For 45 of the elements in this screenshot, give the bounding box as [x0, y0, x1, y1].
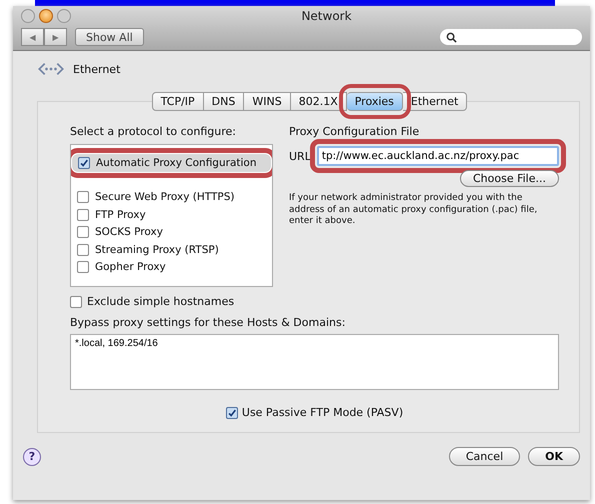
zoom-icon[interactable] — [57, 9, 71, 23]
help-button[interactable]: ? — [23, 448, 41, 466]
checkbox[interactable] — [70, 296, 82, 308]
checkbox[interactable] — [78, 156, 90, 169]
protocol-row[interactable]: Automatic Proxy Configuration — [72, 154, 271, 172]
close-icon[interactable] — [21, 9, 35, 23]
ethernet-icon — [37, 60, 65, 78]
cancel-button[interactable]: Cancel — [448, 447, 520, 466]
protocol-row[interactable]: Streaming Proxy (RTSP) — [71, 241, 272, 258]
checkbox[interactable] — [77, 191, 89, 204]
protocol-name: FTP Proxy — [95, 208, 146, 221]
protocol-row[interactable]: Secure Web Proxy (HTTPS) — [71, 188, 272, 206]
bypass-field[interactable]: *.local, 169.254/16 — [70, 334, 559, 390]
url-label: URL — [289, 150, 311, 162]
tab[interactable]: TCP/IP — [152, 92, 204, 111]
search-field[interactable] — [440, 29, 582, 45]
checkbox[interactable] — [226, 406, 238, 418]
search-icon — [446, 32, 457, 42]
protocol-name: Streaming Proxy (RTSP) — [95, 244, 219, 256]
minimize-icon[interactable] — [39, 9, 53, 23]
protocol-row[interactable]: Gopher Proxy — [71, 258, 272, 276]
protocol-name: Gopher Proxy — [95, 261, 166, 274]
config-file-title: Proxy Configuration File — [289, 125, 420, 138]
checkbox[interactable] — [77, 261, 89, 274]
protocol-row[interactable]: FTP Proxy — [71, 206, 272, 224]
protocol-name: Automatic Proxy Configuration — [96, 156, 256, 169]
protocol-name: SOCKS Proxy — [95, 226, 163, 238]
tab[interactable]: WINS — [244, 92, 291, 111]
window-title: Network — [300, 9, 353, 23]
tab[interactable]: DNS — [204, 92, 244, 111]
tab[interactable]: Ethernet — [402, 92, 468, 111]
checkbox[interactable] — [77, 244, 89, 256]
exclude-label: Exclude simple hostnames — [87, 295, 234, 308]
help-text: If your network administrator provided you with the address of an automatic proxy configuration (.pac) file, enter it above. — [289, 193, 538, 228]
checkbox[interactable] — [77, 226, 89, 238]
ok-button[interactable]: OK — [528, 447, 580, 466]
checkbox[interactable] — [77, 208, 89, 221]
protocol-label: Select a protocol to configure: — [70, 125, 237, 138]
tab[interactable]: 802.1X — [290, 92, 347, 111]
service-name: Ethernet — [73, 62, 120, 76]
passive-ftp-label: Use Passive FTP Mode (PASV) — [242, 406, 404, 419]
protocol-row[interactable]: SOCKS Proxy — [71, 224, 272, 241]
protocol-name: Secure Web Proxy (HTTPS) — [95, 191, 234, 204]
bypass-label: Bypass proxy settings for these Hosts & Domains: — [70, 316, 346, 329]
show-all-button[interactable]: Show All — [75, 28, 144, 46]
